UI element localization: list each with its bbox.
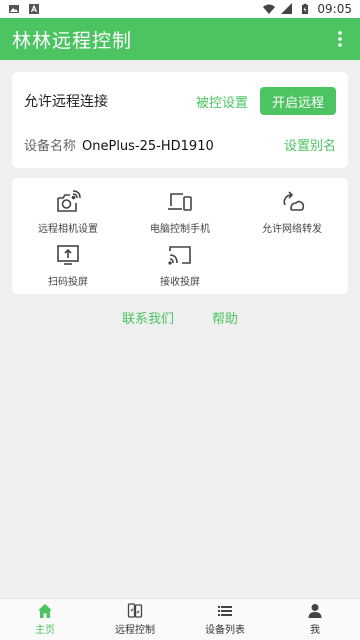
- bottom-nav: 主页 远程控制 设备列表 我: [0, 598, 360, 640]
- feature-remote-camera-settings[interactable]: 远程相机设置: [12, 188, 124, 235]
- scan-cast-icon: [54, 241, 82, 269]
- more-vertical-icon[interactable]: [330, 27, 350, 51]
- controlled-settings-link[interactable]: 被控设置: [196, 92, 248, 111]
- feature-label: 扫码投屏: [48, 277, 88, 288]
- wifi-icon: [263, 4, 276, 14]
- device-name-row: 设备名称 OnePlus-25-HD1910 设置别名: [24, 130, 336, 158]
- feature-label: 接收投屏: [160, 277, 200, 288]
- feature-label: 远程相机设置: [38, 224, 98, 235]
- remote-actions: 被控设置 开启远程: [196, 87, 336, 115]
- set-alias-link[interactable]: 设置别名: [284, 135, 336, 154]
- footer-links: 联系我们 帮助: [0, 308, 360, 327]
- app-bar: 林林远程控制: [0, 18, 360, 60]
- start-remote-button[interactable]: 开启远程: [259, 87, 336, 115]
- remote-control-icon: [127, 603, 143, 619]
- feature-scan-cast[interactable]: 扫码投屏: [12, 241, 124, 288]
- device-name: 设备名称 OnePlus-25-HD1910: [24, 135, 214, 154]
- feature-receive-cast[interactable]: 接收投屏: [124, 241, 236, 288]
- allow-remote-row: 允许远程连接 被控设置 开启远程: [24, 72, 336, 130]
- home-icon: [37, 603, 53, 619]
- pc-phone-icon: [166, 188, 194, 216]
- help-link[interactable]: 帮助: [212, 308, 238, 327]
- app-title: 林林远程控制: [12, 29, 133, 52]
- person-icon: [307, 603, 323, 619]
- status-right: 09:05: [263, 2, 352, 16]
- app-notification-icon: [29, 4, 39, 14]
- status-left: [8, 3, 40, 15]
- allow-remote-label: 允许远程连接: [24, 94, 108, 110]
- signal-icon: [281, 3, 293, 14]
- contact-us-link[interactable]: 联系我们: [122, 308, 174, 327]
- camera-settings-icon: [54, 188, 82, 216]
- list-icon: [217, 603, 233, 619]
- feature-label: 允许网络转发: [262, 224, 322, 235]
- feature-allow-network-forward[interactable]: 允许网络转发: [236, 188, 348, 235]
- features-grid: 远程相机设置 电脑控制手机 允许网络转发 扫码投屏 接收投屏: [12, 188, 348, 288]
- nav-me[interactable]: 我: [270, 599, 360, 640]
- nav-remote-control[interactable]: 远程控制: [90, 599, 180, 640]
- feature-pc-control-phone[interactable]: 电脑控制手机: [124, 188, 236, 235]
- nav-label: 远程控制: [115, 625, 155, 636]
- nav-label: 设备列表: [205, 625, 245, 636]
- device-name-value: OnePlus-25-HD1910: [82, 138, 214, 154]
- nav-label: 我: [310, 625, 320, 636]
- image-notification-icon: [9, 5, 19, 13]
- nav-home[interactable]: 主页: [0, 599, 90, 640]
- status-time: 09:05: [317, 2, 352, 16]
- features-card: 远程相机设置 电脑控制手机 允许网络转发 扫码投屏 接收投屏: [12, 178, 348, 294]
- cast-receive-icon: [166, 241, 194, 269]
- status-bar: 09:05: [0, 0, 360, 18]
- device-name-label: 设备名称: [24, 138, 77, 154]
- battery-icon: [302, 3, 309, 14]
- remote-connection-card: 允许远程连接 被控设置 开启远程 设备名称 OnePlus-25-HD1910 设…: [12, 72, 348, 168]
- network-forward-icon: [278, 188, 306, 216]
- nav-device-list[interactable]: 设备列表: [180, 599, 270, 640]
- feature-label: 电脑控制手机: [150, 224, 210, 235]
- nav-label: 主页: [35, 625, 55, 636]
